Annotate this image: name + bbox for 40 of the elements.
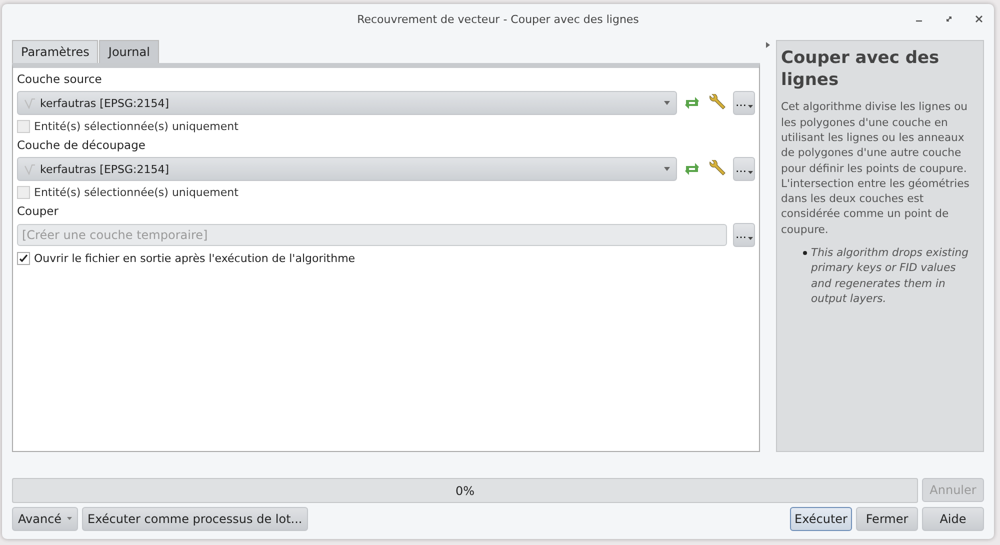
collapse-arrow-icon[interactable] — [766, 42, 770, 48]
wrench-icon[interactable] — [707, 94, 727, 112]
output-field[interactable]: [Créer une couche temporaire] — [17, 224, 727, 246]
dialog-button[interactable]: Aide — [922, 507, 984, 531]
dialog-button[interactable]: Fermer — [856, 507, 918, 531]
caret-icon — [664, 167, 670, 171]
help-note: This algorithm drops existing primary keys or FID values and regenerates them in output layers. — [811, 245, 970, 306]
tab[interactable]: Journal — [99, 40, 159, 63]
layer-dropdown[interactable]: kerfautras [EPSG:2154] — [17, 157, 677, 181]
wrench-icon[interactable] — [707, 160, 727, 178]
advanced-menu-button[interactable]: Avancé — [12, 507, 78, 531]
open-output-checkbox[interactable]: Ouvrir le fichier en sortie après l'exécution de l'algorithme — [17, 252, 755, 265]
batch-process-button[interactable]: Exécuter comme processus de lot... — [82, 507, 308, 531]
parameter-label: Couche de découpage — [17, 138, 146, 152]
refresh-icon[interactable] — [683, 95, 701, 111]
caret-icon — [748, 237, 752, 240]
line-layer-icon — [24, 163, 36, 175]
browse-button[interactable]: … — [733, 223, 755, 247]
window-title: Recouvrement de vecteur - Couper avec des lignes — [357, 12, 639, 26]
caret-icon — [66, 517, 72, 520]
browse-button[interactable]: … — [733, 91, 755, 115]
check-icon — [19, 254, 28, 263]
maximize-icon[interactable] — [944, 14, 954, 24]
help-text: Cet algorithme divise les lignes ou les polygones d'une couche en utilisant les lignes ou les anneaux de polygones d'une autre couche pour définir les points de coupure. L'intersection entre les géométries dans les deux couches est considérée comme un point de coupure. — [781, 99, 970, 238]
browse-button[interactable]: … — [733, 157, 755, 181]
dialog-button[interactable]: Exécuter — [790, 507, 852, 531]
selected-features-checkbox[interactable]: Entité(s) sélectionnée(s) uniquement — [17, 120, 755, 133]
selected-features-checkbox[interactable]: Entité(s) sélectionnée(s) uniquement — [17, 186, 755, 199]
help-title: Couper avec des lignes — [781, 47, 940, 92]
progress-text: 0% — [455, 484, 475, 498]
layer-dropdown[interactable]: kerfautras [EPSG:2154] — [17, 91, 677, 115]
tab[interactable]: Paramètres — [12, 40, 98, 63]
line-layer-icon — [24, 97, 36, 109]
caret-icon — [748, 171, 752, 174]
caret-icon — [748, 105, 752, 108]
close-icon[interactable] — [974, 14, 984, 24]
refresh-icon[interactable] — [683, 161, 701, 177]
caret-icon — [664, 101, 670, 105]
parameter-label: Couche source — [17, 72, 103, 86]
parameter-label: Couper — [17, 204, 60, 218]
